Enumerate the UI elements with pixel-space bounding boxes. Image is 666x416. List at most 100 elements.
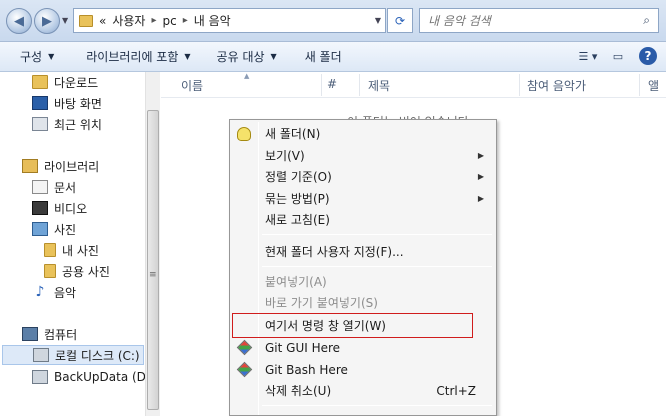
refresh-icon: ⟳ [394,13,406,28]
nav-item-documents[interactable]: 문서 [32,177,76,197]
nav-item-label: 라이브러리 [44,159,100,174]
breadcrumb-item-music[interactable]: 내 음악 [194,12,231,29]
search-box[interactable]: ⌕ [419,8,659,33]
scrollbar-thumb[interactable] [147,110,159,410]
breadcrumb-item-users[interactable]: 사용자 [112,12,145,29]
menu-separator [262,266,492,267]
menu-item-git-bash[interactable]: Git Bash Here [232,359,494,380]
menu-item-customize[interactable]: 현재 폴더 사용자 지정(F)... [232,241,494,262]
nav-item-label: 다운로드 [54,75,99,90]
preview-pane-icon[interactable]: ▭ [606,45,630,67]
column-divider[interactable] [639,74,640,96]
address-dropdown-icon[interactable]: ▼ [375,16,381,25]
menu-item-git-gui[interactable]: Git GUI Here [232,337,494,358]
view-options-icon[interactable]: ☰ ▾ [576,45,600,67]
menu-item-refresh[interactable]: 새로 고침(E) [232,209,494,230]
menu-item-label: 새로 고침(E) [265,213,330,227]
chevron-right-icon[interactable]: ▸ [183,15,188,26]
column-header-artist[interactable]: 참여 음악가 [527,77,586,94]
include-library-button[interactable]: 라이브러리에 포함 ▼ [76,43,200,71]
column-header-title[interactable]: 제목 [368,77,390,94]
desktop-icon [32,96,48,110]
nav-item-desktop[interactable]: 바탕 화면 [32,93,102,113]
refresh-button[interactable]: ⟳ [387,8,413,33]
column-divider[interactable] [359,74,360,96]
share-with-button[interactable]: 공유 대상 ▼ [207,43,287,71]
nav-item-label: 바탕 화면 [54,96,102,111]
nav-item-label: 컴퓨터 [44,327,78,342]
menu-item-label: 새 폴더(N) [265,127,321,141]
organize-button[interactable]: 구성 ▼ [10,43,64,71]
help-button[interactable]: ? [636,45,660,67]
menu-item-paste-shortcut[interactable]: 바로 가기 붙여넣기(S) [232,292,494,313]
nav-item-music[interactable]: ♪ 음악 [32,282,77,302]
pictures-icon [32,222,48,236]
menu-item-undo-delete[interactable]: 삭제 취소(U) Ctrl+Z [232,380,494,401]
nav-item-label: 비디오 [54,201,88,216]
nav-item-public-pictures[interactable]: 공용 사진 [44,261,110,281]
nav-item-local-disk[interactable]: 로컬 디스크 (C:) [2,345,144,365]
menu-item-label: 바로 가기 붙여넣기(S) [265,296,378,310]
back-button[interactable]: ◀ [6,8,32,34]
column-header-track[interactable]: # [327,77,337,91]
music-note-icon: ♪ [35,284,45,300]
nav-item-recent[interactable]: 최근 위치 [32,114,102,134]
menu-item-paste[interactable]: 붙여넣기(A) [232,271,494,292]
menu-item-label: 붙여넣기(A) [265,275,327,289]
nav-item-label: 문서 [54,180,77,195]
search-input[interactable] [428,13,628,28]
nav-item-label: BackUpData (D:) [54,370,155,384]
breadcrumb-overflow[interactable]: « [99,14,106,28]
menu-item-view[interactable]: 보기(V) ▶ [232,145,494,166]
drive-icon [32,370,48,384]
menu-item-new-folder[interactable]: 새 폴더(N) [232,123,494,144]
menu-item-label: Git Bash Here [265,362,348,377]
column-header-row: ▲ 이름 # 제목 참여 음악가 앨 [161,72,666,98]
downloads-folder-icon [32,75,48,89]
column-header-name[interactable]: 이름 [181,77,203,94]
git-icon [236,361,253,378]
menu-item-label: 현재 폴더 사용자 지정(F)... [265,245,404,259]
forward-button[interactable]: ▶ [34,8,60,34]
help-icon: ? [639,47,657,65]
column-divider[interactable] [519,74,520,96]
address-box[interactable]: « 사용자 ▸ pc ▸ 내 음악 ▼ [73,8,386,33]
highlight-box [232,313,473,338]
recent-pages-dropdown[interactable]: ▼ [62,16,68,25]
nav-item-downloads[interactable]: 다운로드 [32,72,98,92]
computer-icon [22,327,38,341]
folder-icon [79,14,93,27]
new-folder-label: 새 폴더 [304,50,342,64]
nav-item-label: 내 사진 [62,243,99,258]
nav-item-pictures[interactable]: 사진 [32,219,76,239]
new-folder-button[interactable]: 새 폴더 [295,43,352,71]
context-menu: 새 폴더(N) 보기(V) ▶ 정렬 기준(O) ▶ 묶는 방법(P) ▶ 새로… [229,119,497,416]
column-divider[interactable] [321,74,322,96]
sort-arrow-icon: ▲ [244,72,250,80]
menu-item-label: 정렬 기준(O) [265,170,332,184]
navigation-pane: 다운로드 바탕 화면 최근 위치 라이브러리 문서 비디오 사진 내 사진 공용… [0,72,160,416]
chevron-down-icon: ▼ [48,52,55,61]
menu-item-label: 묶는 방법(P) [265,192,330,206]
back-arrow-icon: ◀ [14,13,24,29]
nav-item-videos[interactable]: 비디오 [32,198,87,218]
new-folder-icon [237,126,251,141]
column-header-album[interactable]: 앨 [648,77,659,94]
chevron-right-icon[interactable]: ▸ [151,15,156,26]
chevron-down-icon: ▼ [270,52,277,61]
menu-item-label: Git GUI Here [265,340,341,355]
breadcrumb-item-pc[interactable]: pc [163,14,177,28]
submenu-arrow-icon: ▶ [477,172,484,181]
search-icon[interactable]: ⌕ [643,13,650,28]
nav-item-backup[interactable]: BackUpData (D:) [32,367,155,387]
share-with-label: 공유 대상 [216,50,265,64]
menu-item-sort-by[interactable]: 정렬 기준(O) ▶ [232,166,494,187]
nav-item-computer[interactable]: 컴퓨터 [22,324,77,344]
breadcrumb: « 사용자 ▸ pc ▸ 내 음악 [99,12,231,29]
nav-item-libraries[interactable]: 라이브러리 [22,156,99,176]
organize-label: 구성 [20,50,43,64]
menu-item-group-by[interactable]: 묶는 방법(P) ▶ [232,188,494,209]
nav-item-my-pictures[interactable]: 내 사진 [44,240,99,260]
nav-scrollbar[interactable]: ≡ [145,72,160,416]
nav-item-label: 로컬 디스크 (C:) [55,348,140,363]
